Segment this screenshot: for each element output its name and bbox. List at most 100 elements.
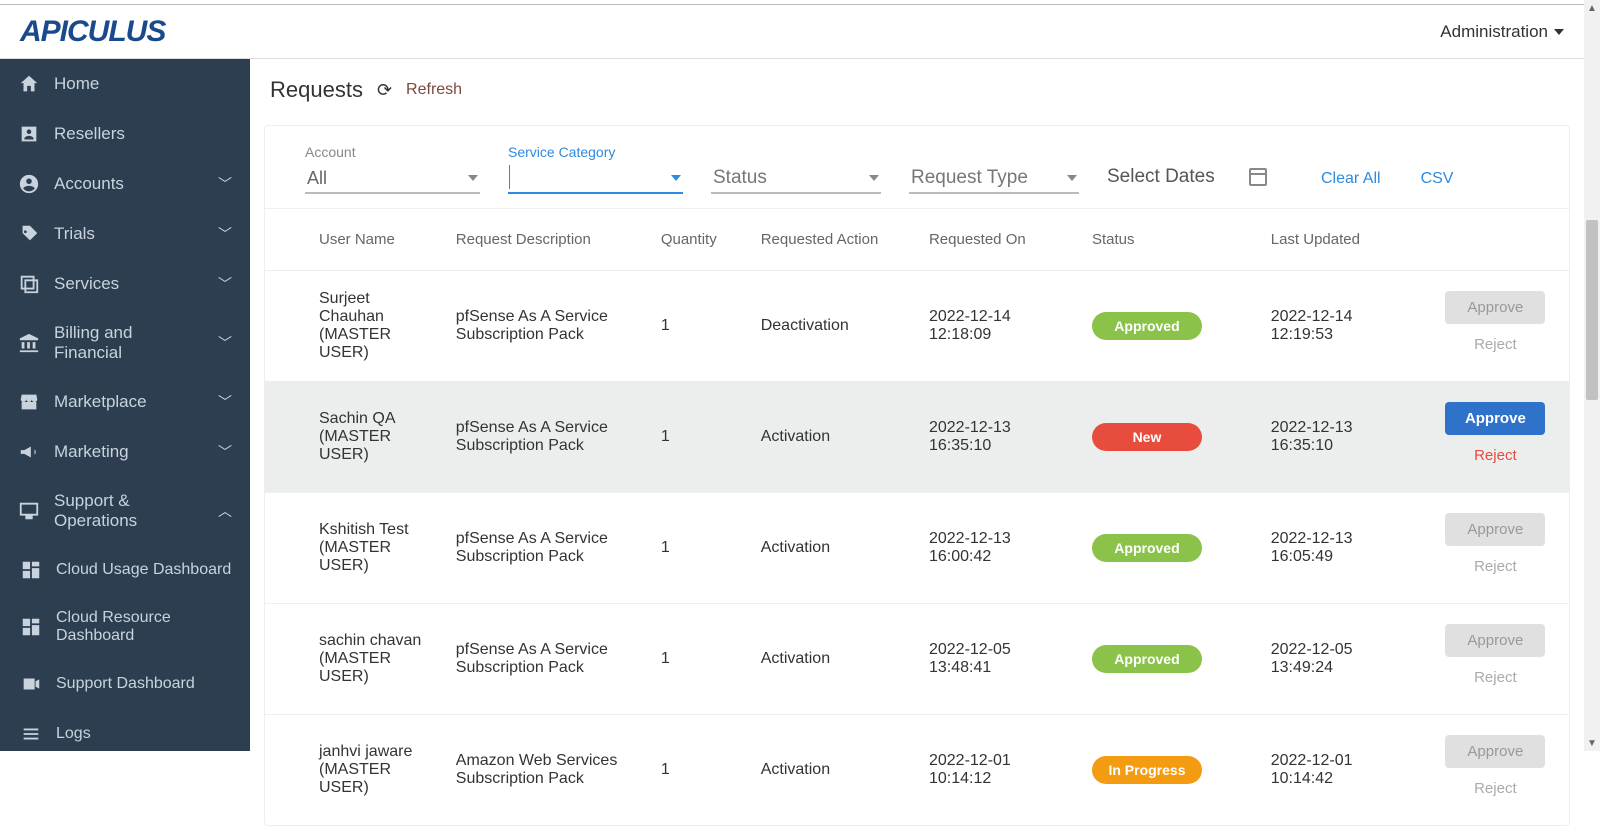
table-row[interactable]: Kshitish Test (MASTER USER)pfSense As A …: [265, 493, 1569, 604]
page-title: Requests: [270, 77, 363, 103]
filter-dates: Select Dates: [1107, 164, 1267, 194]
status-badge: In Progress: [1092, 756, 1202, 784]
sidebar-subitem-logs[interactable]: Logs: [0, 709, 250, 759]
chevron-down-icon: ﹀: [218, 274, 232, 294]
cell: pfSense As A Service Subscription Pack: [444, 493, 649, 604]
column-header: Status: [1080, 209, 1259, 271]
cell: 1: [649, 715, 749, 826]
status-badge: Approved: [1092, 645, 1202, 673]
scroll-up-arrow[interactable]: ▲: [1584, 0, 1600, 16]
scrollbar-thumb[interactable]: [1586, 220, 1598, 400]
approve-button[interactable]: Approve: [1445, 513, 1545, 546]
cell: 2022-12-1412:18:09: [917, 271, 1080, 382]
cell: Amazon Web Services Subscription Pack: [444, 715, 649, 826]
main-content: Requests ⟳ Refresh Account All Service C…: [250, 59, 1584, 751]
reject-button[interactable]: Reject: [1445, 772, 1545, 805]
sidebar-subitem-label: Support Dashboard: [56, 675, 195, 693]
column-header: Requested On: [917, 209, 1080, 271]
administration-menu[interactable]: Administration: [1440, 22, 1564, 42]
filter-account-select[interactable]: All: [305, 164, 480, 194]
cell: 2022-12-1412:19:53: [1259, 271, 1422, 382]
refresh-button[interactable]: Refresh: [406, 81, 462, 99]
dashboard-icon: [20, 616, 42, 638]
csv-export-button[interactable]: CSV: [1415, 164, 1460, 194]
store-icon: [18, 391, 40, 413]
home-icon: [18, 73, 40, 95]
requests-table: User NameRequest DescriptionQuantityRequ…: [265, 209, 1569, 825]
sidebar-item-resellers[interactable]: Resellers: [0, 109, 250, 159]
cell: 2022-12-0110:14:12: [917, 715, 1080, 826]
cell: 1: [649, 493, 749, 604]
cell: Activation: [749, 382, 917, 493]
sidebar-subitem-cloud-usage-dashboard[interactable]: Cloud Usage Dashboard: [0, 545, 250, 595]
bank-icon: [18, 332, 40, 354]
sidebar-item-accounts[interactable]: Accounts﹀: [0, 159, 250, 209]
sidebar-item-services[interactable]: Services﹀: [0, 259, 250, 309]
filters-card: Account All Service Category Status: [264, 125, 1570, 826]
sidebar-item-marketplace[interactable]: Marketplace﹀: [0, 377, 250, 427]
cell: 1: [649, 271, 749, 382]
status-badge: New: [1092, 423, 1202, 451]
filter-account-label: Account: [305, 144, 480, 160]
column-header: Quantity: [649, 209, 749, 271]
filter-request-type: Request Type: [909, 164, 1079, 194]
sidebar-item-home[interactable]: Home: [0, 59, 250, 109]
approve-button[interactable]: Approve: [1445, 624, 1545, 657]
user-circle-icon: [18, 173, 40, 195]
sidebar-subitem-cloud-resource-dashboard[interactable]: Cloud Resource Dashboard: [0, 595, 250, 659]
sidebar-subitem-support-dashboard[interactable]: Support Dashboard: [0, 659, 250, 709]
administration-label: Administration: [1440, 22, 1548, 42]
filter-dates-picker[interactable]: Select Dates: [1107, 164, 1267, 194]
approve-button[interactable]: Approve: [1445, 402, 1545, 435]
cell: janhvi jaware (MASTER USER): [265, 715, 444, 826]
sidebar-item-trials[interactable]: Trials﹀: [0, 209, 250, 259]
table-row[interactable]: Sachin QA (MASTER USER)pfSense As A Serv…: [265, 382, 1569, 493]
scroll-down-arrow[interactable]: ▼: [1584, 735, 1600, 751]
cell: New: [1080, 382, 1259, 493]
cell: 1: [649, 604, 749, 715]
reject-button[interactable]: Reject: [1445, 328, 1545, 361]
sidebar-item-marketing[interactable]: Marketing﹀: [0, 427, 250, 477]
filters-row: Account All Service Category Status: [265, 126, 1569, 209]
caret-down-icon: [1554, 29, 1564, 35]
cell: Kshitish Test (MASTER USER): [265, 493, 444, 604]
video-icon: [20, 673, 42, 695]
top-header: APICULUS Administration: [0, 4, 1584, 59]
approve-button[interactable]: Approve: [1445, 291, 1545, 324]
reject-button[interactable]: Reject: [1445, 439, 1545, 472]
filter-request-type-select[interactable]: Request Type: [909, 164, 1079, 194]
chevron-down-icon: ﹀: [218, 224, 232, 244]
table-row[interactable]: Surjeet Chauhan (MASTER USER)pfSense As …: [265, 271, 1569, 382]
filter-status-select[interactable]: Status: [711, 164, 881, 194]
cell: Approved: [1080, 493, 1259, 604]
cell-actions: Approve Reject: [1422, 382, 1569, 493]
dashboard-icon: [20, 559, 42, 581]
clear-all-button[interactable]: Clear All: [1315, 164, 1387, 194]
reject-button[interactable]: Reject: [1445, 550, 1545, 583]
chevron-down-icon: ﹀: [218, 174, 232, 194]
table-row[interactable]: janhvi jaware (MASTER USER)Amazon Web Se…: [265, 715, 1569, 826]
calendar-icon: [1249, 168, 1267, 186]
column-header: Requested Action: [749, 209, 917, 271]
chevron-down-icon: ﹀: [218, 392, 232, 412]
dropdown-icon: [468, 175, 478, 181]
reject-button[interactable]: Reject: [1445, 661, 1545, 694]
sidebar-item-billing-and-financial[interactable]: Billing and Financial﹀: [0, 309, 250, 377]
filter-service-category-select[interactable]: [508, 164, 683, 194]
cell: 2022-12-1316:35:10: [917, 382, 1080, 493]
approve-button[interactable]: Approve: [1445, 735, 1545, 768]
cell: 2022-12-0110:14:42: [1259, 715, 1422, 826]
filter-status-placeholder: Status: [713, 167, 767, 189]
refresh-icon[interactable]: ⟳: [377, 80, 392, 101]
cell: 2022-12-1316:35:10: [1259, 382, 1422, 493]
dropdown-icon: [671, 175, 681, 181]
page-header: Requests ⟳ Refresh: [250, 59, 1584, 117]
filter-account: Account All: [305, 144, 480, 194]
cell: 1: [649, 382, 749, 493]
table-row[interactable]: sachin chavan (MASTER USER)pfSense As A …: [265, 604, 1569, 715]
scrollbar-track[interactable]: ▲ ▼: [1584, 0, 1600, 751]
cell: pfSense As A Service Subscription Pack: [444, 382, 649, 493]
cell: Surjeet Chauhan (MASTER USER): [265, 271, 444, 382]
sidebar-item-support-operations[interactable]: Support & Operations︿: [0, 477, 250, 545]
cell: pfSense As A Service Subscription Pack: [444, 271, 649, 382]
